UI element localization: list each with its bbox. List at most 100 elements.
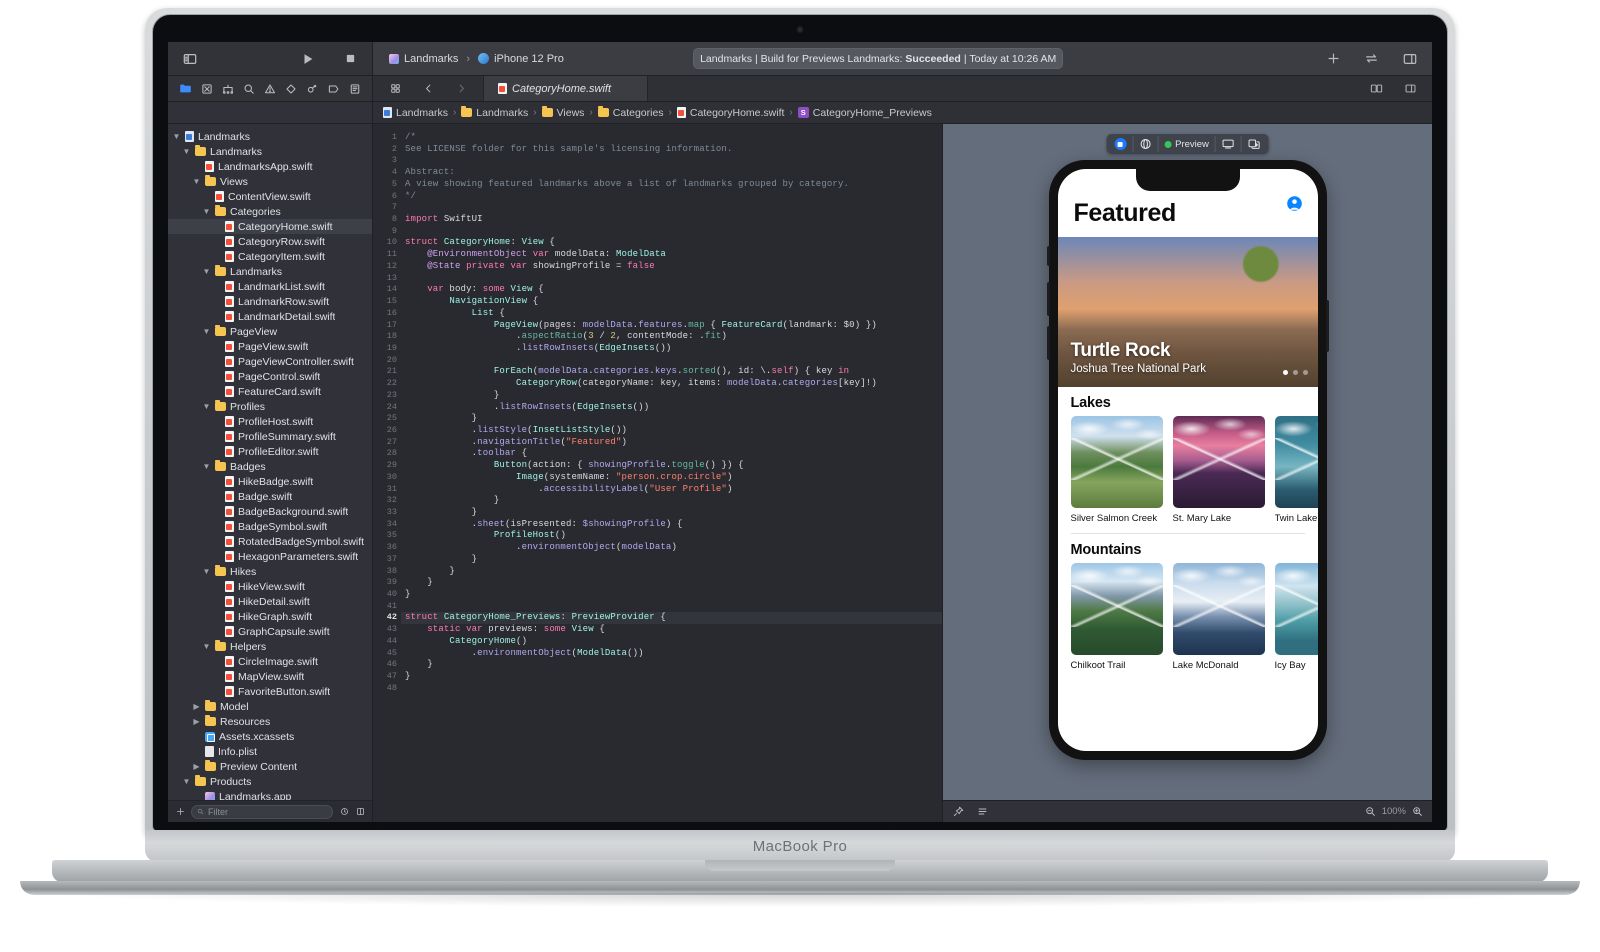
tree-item-landmarks-app[interactable]: Landmarks.app xyxy=(168,789,372,800)
chevron-down-icon[interactable]: ▼ xyxy=(202,642,211,651)
user-profile-icon[interactable] xyxy=(1286,195,1303,212)
code-line[interactable]: .aspectRatio(3 / 2, contentMode: .fit) xyxy=(401,331,942,343)
find-navigator-icon[interactable] xyxy=(240,80,257,97)
tree-item-info-plist[interactable]: Info.plist xyxy=(168,744,372,759)
tree-item-pageview[interactable]: ▼PageView xyxy=(168,324,372,339)
zoom-in-icon[interactable] xyxy=(1411,802,1424,822)
tree-item-hexagonparameters-swift[interactable]: HexagonParameters.swift xyxy=(168,549,372,564)
breadcrumb-item[interactable]: Views xyxy=(542,107,585,119)
chevron-down-icon[interactable]: ▼ xyxy=(202,327,211,336)
tree-item-hikegraph-swift[interactable]: HikeGraph.swift xyxy=(168,609,372,624)
code-line[interactable]: struct CategoryHome_Previews: PreviewPro… xyxy=(401,612,942,624)
code-line[interactable]: ForEach(modelData.categories.keys.sorted… xyxy=(401,366,942,378)
page-dot[interactable] xyxy=(1303,370,1308,375)
tree-item-landmarks[interactable]: ▼Landmarks xyxy=(168,129,372,144)
code-line[interactable] xyxy=(401,155,942,167)
tree-item-hikedetail-swift[interactable]: HikeDetail.swift xyxy=(168,594,372,609)
chevron-down-icon[interactable]: ▼ xyxy=(182,777,191,786)
back-button[interactable] xyxy=(416,79,440,99)
live-preview-button[interactable] xyxy=(1108,136,1133,152)
preview-variants-icon[interactable] xyxy=(975,802,989,822)
code-line[interactable]: .environmentObject(modelData) xyxy=(401,542,942,554)
tree-item-mapview-swift[interactable]: MapView.swift xyxy=(168,669,372,684)
breadcrumb-item[interactable]: Landmarks xyxy=(383,107,448,119)
tree-item-profileeditor-swift[interactable]: ProfileEditor.swift xyxy=(168,444,372,459)
code-line[interactable]: @EnvironmentObject var modelData: ModelD… xyxy=(401,249,942,261)
source-control-navigator-icon[interactable] xyxy=(198,80,215,97)
tree-item-badgebackground-swift[interactable]: BadgeBackground.swift xyxy=(168,504,372,519)
chevron-down-icon[interactable]: ▼ xyxy=(202,267,211,276)
source-editor[interactable]: 1234567891011121314151617181920212223242… xyxy=(373,124,942,822)
tree-item-landmarks[interactable]: ▼Landmarks xyxy=(168,144,372,159)
code-line[interactable]: ProfileHost() xyxy=(401,530,942,542)
stop-button[interactable] xyxy=(338,49,362,69)
category-card-row[interactable]: Chilkoot TrailLake McDonaldIcy Bay xyxy=(1058,563,1318,671)
tree-item-landmarkrow-swift[interactable]: LandmarkRow.swift xyxy=(168,294,372,309)
featured-hero-card[interactable]: Turtle Rock Joshua Tree National Park xyxy=(1058,237,1318,387)
tree-item-model[interactable]: ▶Model xyxy=(168,699,372,714)
page-dot[interactable] xyxy=(1283,370,1288,375)
tree-item-badgesymbol-swift[interactable]: BadgeSymbol.swift xyxy=(168,519,372,534)
code-line[interactable]: */ xyxy=(401,191,942,203)
pin-preview-icon[interactable] xyxy=(951,802,965,822)
toggle-navigator-icon[interactable] xyxy=(178,49,202,69)
tree-item-categoryrow-swift[interactable]: CategoryRow.swift xyxy=(168,234,372,249)
category-item[interactable]: Icy Bay xyxy=(1275,563,1318,671)
chevron-down-icon[interactable]: ▼ xyxy=(202,402,211,411)
code-line[interactable]: Button(action: { showingProfile.toggle()… xyxy=(401,460,942,472)
code-line[interactable]: } xyxy=(401,413,942,425)
tree-item-landmarkdetail-swift[interactable]: LandmarkDetail.swift xyxy=(168,309,372,324)
tree-item-featurecard-swift[interactable]: FeatureCard.swift xyxy=(168,384,372,399)
chevron-down-icon[interactable]: ▼ xyxy=(202,462,211,471)
code-line[interactable]: A view showing featured landmarks above … xyxy=(401,179,942,191)
add-file-icon[interactable] xyxy=(175,802,185,822)
preview-on-device-button[interactable] xyxy=(1216,136,1242,152)
code-line[interactable] xyxy=(401,683,942,695)
tree-item-profilesummary-swift[interactable]: ProfileSummary.swift xyxy=(168,429,372,444)
category-item[interactable]: Lake McDonald xyxy=(1173,563,1265,671)
chevron-down-icon[interactable]: ▼ xyxy=(182,147,191,156)
inspect-preview-button[interactable] xyxy=(1133,136,1158,152)
code-line[interactable] xyxy=(401,202,942,214)
page-control[interactable] xyxy=(1283,370,1308,375)
code-line[interactable]: NavigationView { xyxy=(401,296,942,308)
scheme-selector[interactable]: Landmarks › iPhone 12 Pro xyxy=(389,53,564,65)
breadcrumb-item[interactable]: Landmarks xyxy=(461,107,528,119)
breadcrumb-item[interactable]: Categories xyxy=(598,107,664,119)
code-line[interactable]: } xyxy=(401,671,942,683)
code-line[interactable]: .sheet(isPresented: $showingProfile) { xyxy=(401,519,942,531)
tab-overview-icon[interactable] xyxy=(383,79,407,99)
code-line[interactable]: .listStyle(InsetListStyle()) xyxy=(401,425,942,437)
chevron-down-icon[interactable]: ▼ xyxy=(202,567,211,576)
code-line[interactable]: .listRowInsets(EdgeInsets()) xyxy=(401,343,942,355)
duplicate-preview-button[interactable] xyxy=(1242,136,1267,152)
tree-item-categoryhome-swift[interactable]: CategoryHome.swift xyxy=(168,219,372,234)
code-line[interactable]: } xyxy=(401,495,942,507)
filter-recent-icon[interactable] xyxy=(339,802,349,822)
report-navigator-icon[interactable] xyxy=(346,80,363,97)
chevron-right-icon[interactable]: ▶ xyxy=(192,762,201,771)
code-line[interactable]: .navigationTitle("Featured") xyxy=(401,437,942,449)
code-line[interactable]: List { xyxy=(401,308,942,320)
code-line[interactable]: var body: some View { xyxy=(401,284,942,296)
breadcrumb-item[interactable]: SCategoryHome_Previews xyxy=(798,107,932,119)
tree-item-hikeview-swift[interactable]: HikeView.swift xyxy=(168,579,372,594)
code-line[interactable] xyxy=(401,273,942,285)
toggle-inspector-icon[interactable] xyxy=(1398,49,1422,69)
tree-item-products[interactable]: ▼Products xyxy=(168,774,372,789)
tree-item-badges[interactable]: ▼Badges xyxy=(168,459,372,474)
tree-item-contentview-swift[interactable]: ContentView.swift xyxy=(168,189,372,204)
test-navigator-icon[interactable] xyxy=(283,80,300,97)
code-line[interactable]: See LICENSE folder for this sample's lic… xyxy=(401,144,942,156)
editor-options-icon[interactable] xyxy=(1364,79,1388,99)
code-line[interactable]: } xyxy=(401,659,942,671)
code-line[interactable]: static var previews: some View { xyxy=(401,624,942,636)
issue-navigator-icon[interactable] xyxy=(262,80,279,97)
code-line[interactable] xyxy=(401,226,942,238)
tree-item-pagecontrol-swift[interactable]: PageControl.swift xyxy=(168,369,372,384)
category-card-row[interactable]: Silver Salmon CreekSt. Mary LakeTwin Lak… xyxy=(1058,416,1318,524)
code-content[interactable]: /*See LICENSE folder for this sample's l… xyxy=(401,124,942,822)
code-line[interactable]: CategoryRow(categoryName: key, items: mo… xyxy=(401,378,942,390)
tree-item-assets-xcassets[interactable]: Assets.xcassets xyxy=(168,729,372,744)
run-button[interactable] xyxy=(296,49,320,69)
